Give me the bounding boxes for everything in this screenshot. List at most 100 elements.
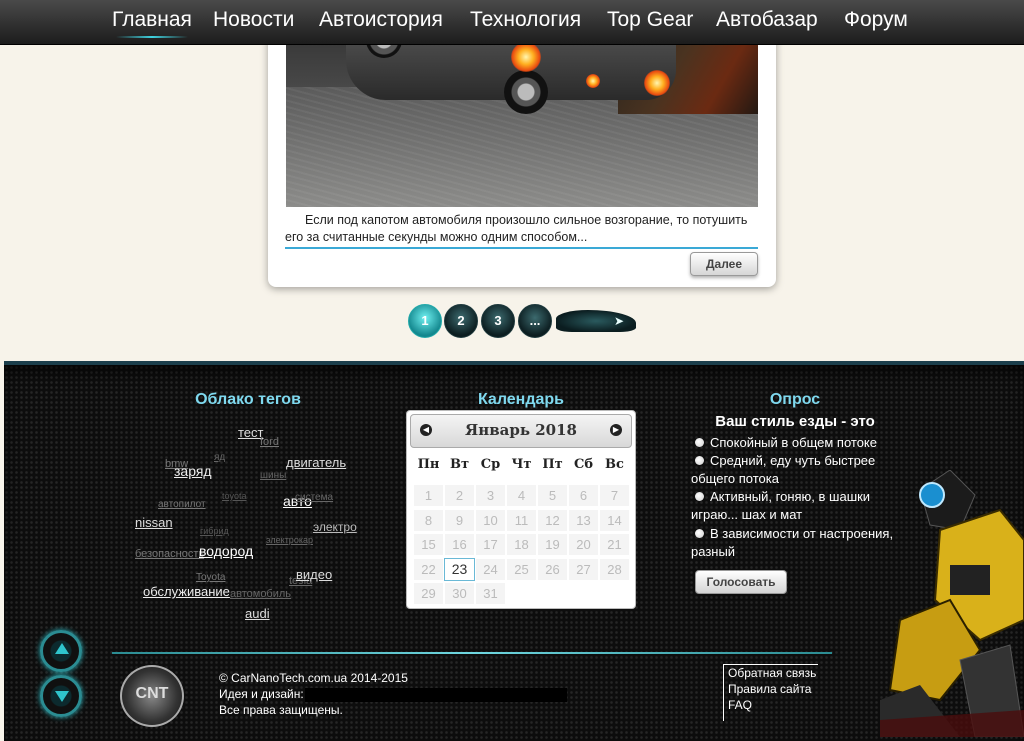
- calendar-day[interactable]: 31: [475, 582, 506, 605]
- logo-text: CNT: [135, 685, 169, 702]
- scroll-up-button[interactable]: [40, 630, 82, 672]
- footer-link-rules[interactable]: Правила сайта: [728, 681, 818, 697]
- article-image[interactable]: [286, 44, 758, 207]
- poll-option-label: Активный, гоняю, в шашки играю... шах и …: [691, 489, 871, 522]
- copyright: © CarNanoTech.com.ua 2014-2015: [219, 671, 408, 685]
- tag[interactable]: обслуживание: [143, 584, 230, 599]
- calendar-day[interactable]: 24: [475, 557, 506, 581]
- calendar-day[interactable]: 9: [444, 508, 475, 532]
- radio-button[interactable]: [695, 456, 704, 465]
- article-description: Если под капотом автомобиля произошло си…: [285, 212, 758, 249]
- nav-item-forum[interactable]: Форум: [844, 8, 908, 32]
- calendar-weekday: Вс: [605, 457, 624, 472]
- calendar-day[interactable]: 4: [506, 484, 537, 507]
- calendar-day[interactable]: 18: [506, 533, 537, 556]
- calendar-day[interactable]: 8: [413, 508, 444, 532]
- car-arrow-icon: ➤: [613, 314, 624, 328]
- vote-button[interactable]: Голосовать: [695, 570, 787, 594]
- radio-button[interactable]: [695, 492, 704, 501]
- more-button[interactable]: Далее: [690, 252, 758, 276]
- tag[interactable]: заряд: [174, 463, 212, 479]
- calendar-day[interactable]: 14: [599, 508, 630, 532]
- calendar-day[interactable]: 30: [444, 582, 475, 605]
- page-3[interactable]: 3: [481, 304, 515, 338]
- calendar-header: ◀ Январь 2018 ▶: [410, 414, 632, 448]
- calendar-day[interactable]: 28: [599, 557, 630, 581]
- calendar-day[interactable]: 22: [413, 557, 444, 581]
- design-credit: Идея и дизайн:: [219, 687, 304, 701]
- poll-option[interactable]: Спокойный в общем потоке: [691, 434, 911, 452]
- calendar-day[interactable]: 27: [568, 557, 599, 581]
- tag[interactable]: безопасность: [135, 548, 204, 560]
- footer-link-feedback[interactable]: Обратная связь: [728, 665, 818, 681]
- tag[interactable]: гибрид: [200, 526, 229, 536]
- nav-item-news[interactable]: Новости: [213, 8, 294, 32]
- radio-button[interactable]: [695, 438, 704, 447]
- tag[interactable]: шины: [260, 470, 286, 481]
- footer-divider: [112, 652, 832, 654]
- poll-option[interactable]: Средний, еду чуть быстрее общего потока: [691, 452, 911, 488]
- poll-option-label: Спокойный в общем потоке: [710, 435, 877, 450]
- redacted-block: [305, 688, 567, 702]
- tag[interactable]: Toyota: [196, 572, 225, 583]
- page-1[interactable]: 1: [408, 304, 442, 338]
- nav-item-technology[interactable]: Технология: [470, 8, 581, 32]
- calendar-day[interactable]: 25: [506, 557, 537, 581]
- page-ellipsis[interactable]: ...: [518, 304, 552, 338]
- site-logo[interactable]: CNT: [120, 665, 184, 727]
- calendar-day[interactable]: 5: [537, 484, 568, 507]
- calendar-day[interactable]: 1: [413, 484, 444, 507]
- calendar-day[interactable]: 6: [568, 484, 599, 507]
- radio-button[interactable]: [695, 529, 704, 538]
- nav-item-autohistory[interactable]: Автоистория: [319, 8, 443, 32]
- calendar-day[interactable]: 21: [599, 533, 630, 556]
- tag[interactable]: автопилот: [158, 499, 206, 510]
- tag[interactable]: toyota: [222, 491, 247, 501]
- tag[interactable]: видео: [296, 567, 332, 582]
- calendar-day[interactable]: 29: [413, 582, 444, 605]
- poll-title: Опрос: [769, 391, 821, 408]
- nav-item-home[interactable]: Главная: [112, 8, 192, 38]
- poll-option[interactable]: Активный, гоняю, в шашки играю... шах и …: [691, 488, 911, 524]
- calendar-day[interactable]: 26: [537, 557, 568, 581]
- calendar-day[interactable]: 2: [444, 484, 475, 507]
- tag[interactable]: nissan: [135, 515, 173, 530]
- tag[interactable]: электрокар: [266, 535, 313, 545]
- nav-item-topgear[interactable]: Top Gear: [607, 8, 693, 32]
- scroll-down-button[interactable]: [40, 675, 82, 717]
- tag[interactable]: автомобиль: [230, 588, 291, 600]
- calendar-day[interactable]: 12: [537, 508, 568, 532]
- poll-option-label: В зависимости от настроения, разный: [691, 526, 894, 559]
- calendar-day[interactable]: 3: [475, 484, 506, 507]
- next-page-button[interactable]: ➤: [556, 310, 636, 332]
- calendar-day[interactable]: 16: [444, 533, 475, 556]
- footer-links: Обратная связь Правила сайта FAQ: [723, 664, 818, 721]
- chevron-right-icon[interactable]: ▶: [610, 424, 622, 436]
- calendar-day[interactable]: 11: [506, 508, 537, 532]
- arrow-down-icon: [55, 691, 69, 702]
- tag[interactable]: двигатель: [286, 455, 346, 470]
- calendar-day[interactable]: 17: [475, 533, 506, 556]
- calendar-day-today[interactable]: 23: [444, 557, 475, 581]
- page-2[interactable]: 2: [444, 304, 478, 338]
- calendar: ◀ Январь 2018 ▶ Пн Вт Ср Чт Пт Сб Вс 1 2 3 4 5 6 7 8 9 1…: [406, 410, 636, 609]
- tag[interactable]: водород: [199, 543, 253, 559]
- calendar-day[interactable]: 7: [599, 484, 630, 507]
- nav-item-autobazar[interactable]: Автобазар: [716, 8, 818, 32]
- tag[interactable]: audi: [245, 606, 270, 621]
- calendar-day[interactable]: 15: [413, 533, 444, 556]
- calendar-day[interactable]: 20: [568, 533, 599, 556]
- calendar-title: Календарь: [477, 391, 565, 408]
- robot-decoration: [880, 470, 1024, 737]
- calendar-weekday: Пн: [417, 457, 440, 472]
- calendar-day[interactable]: 13: [568, 508, 599, 532]
- calendar-day[interactable]: 10: [475, 508, 506, 532]
- tag[interactable]: электро: [313, 520, 357, 534]
- tag[interactable]: система: [295, 492, 333, 503]
- tag[interactable]: яд: [214, 452, 225, 463]
- tag[interactable]: ford: [260, 436, 279, 448]
- footer-link-faq[interactable]: FAQ: [728, 697, 818, 713]
- calendar-weekday: Сб: [573, 457, 594, 472]
- calendar-day[interactable]: 19: [537, 533, 568, 556]
- poll-option[interactable]: В зависимости от настроения, разный: [691, 525, 911, 561]
